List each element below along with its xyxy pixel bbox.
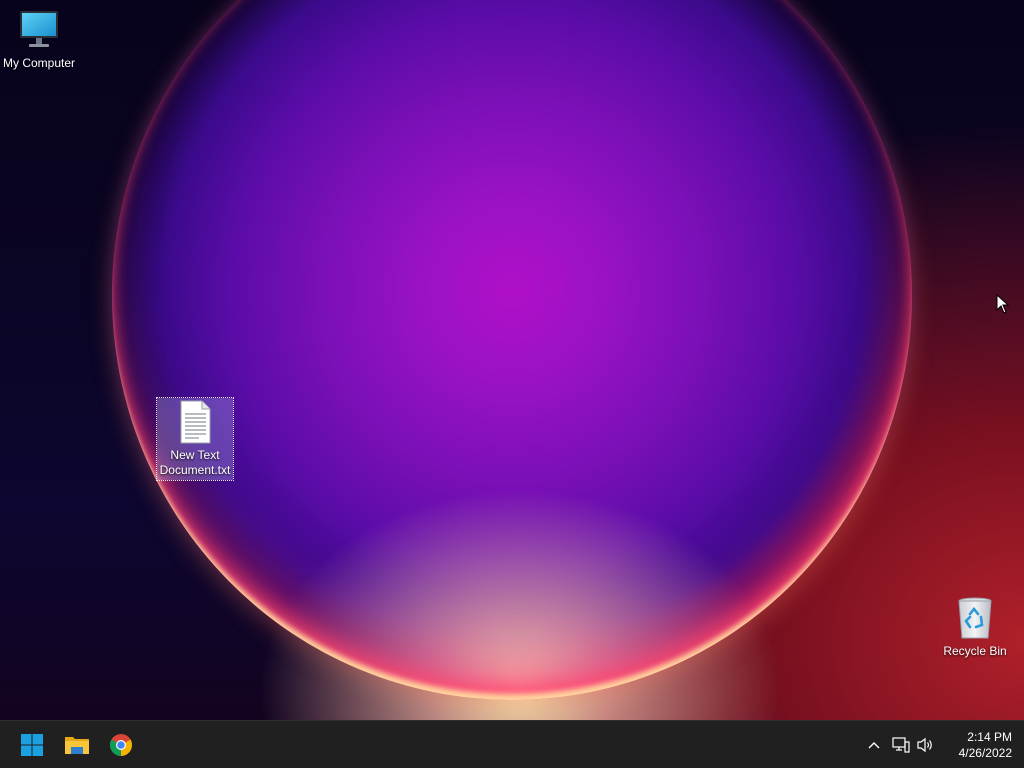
desktop-icon-text-document[interactable]: New Text Document.txt [156, 397, 234, 481]
text-file-icon [171, 398, 219, 446]
start-button[interactable] [12, 725, 52, 765]
desktop-icon-recycle-bin[interactable]: Recycle Bin [936, 594, 1014, 659]
show-hidden-icons-button[interactable] [862, 733, 886, 757]
desktop-background[interactable]: My Computer New Text Document.txt Recycl… [0, 0, 1024, 720]
taskbar: 2:14 PM 4/26/2022 [0, 720, 1024, 768]
network-button[interactable] [890, 733, 912, 757]
chevron-up-icon [868, 742, 880, 749]
desktop-icon-label: New Text Document.txt [159, 448, 231, 477]
clock[interactable]: 2:14 PM 4/26/2022 [942, 729, 1012, 761]
recycle-bin-icon [951, 594, 999, 642]
desktop-icon-my-computer[interactable]: My Computer [0, 6, 78, 71]
network-icon [892, 737, 910, 753]
desktop-icon-label: Recycle Bin [943, 644, 1007, 658]
wallpaper-orb-side-glow [112, 0, 912, 700]
mouse-pointer-icon [996, 293, 1010, 314]
monitor-icon [15, 6, 63, 54]
clock-time: 2:14 PM [967, 730, 1012, 744]
desktop-icon-label: My Computer [2, 56, 76, 70]
speaker-icon [917, 737, 932, 753]
windows-logo-icon [21, 734, 43, 756]
chrome-button[interactable] [101, 725, 141, 765]
clock-date: 4/26/2022 [958, 746, 1012, 760]
file-explorer-button[interactable] [57, 725, 97, 765]
folder-icon [65, 737, 89, 754]
wallpaper-orb-rim [112, 0, 912, 700]
volume-button[interactable] [915, 733, 937, 757]
chrome-icon [110, 734, 132, 756]
